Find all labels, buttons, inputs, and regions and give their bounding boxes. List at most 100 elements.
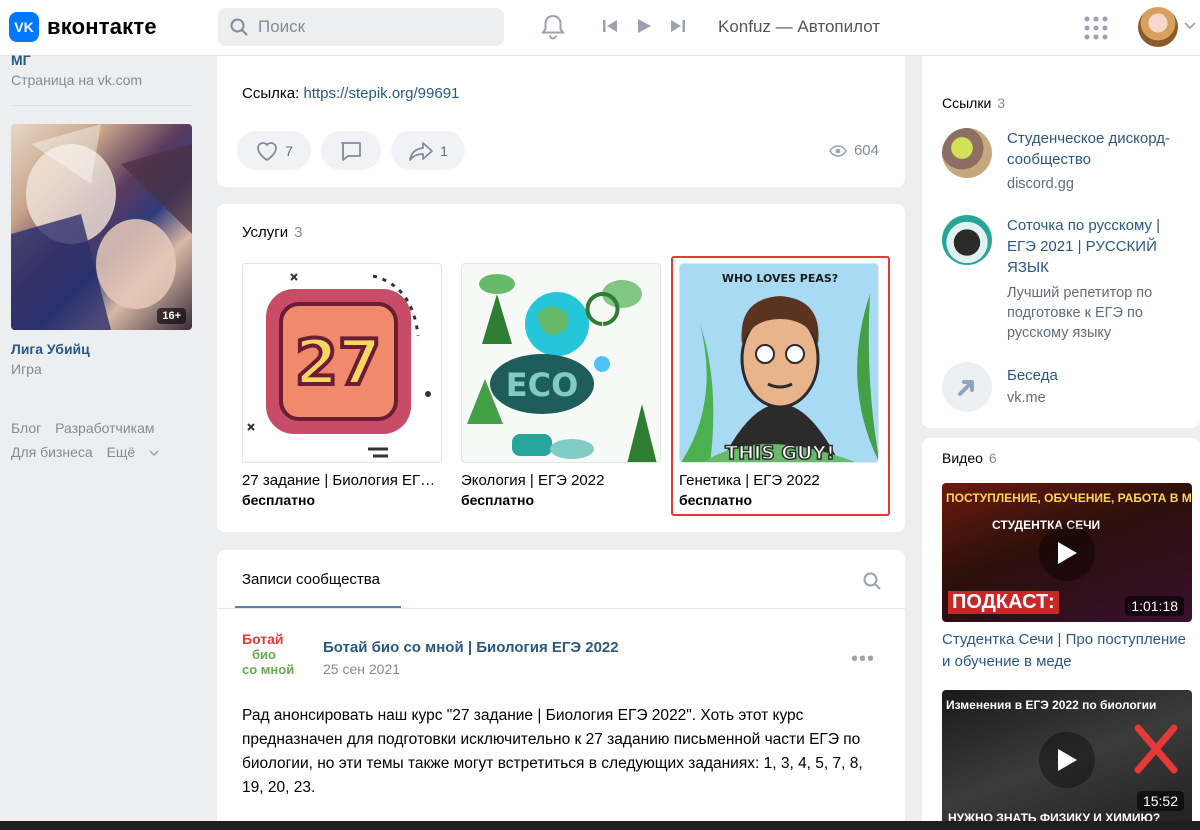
eco-earth-icon: ECO <box>467 274 657 462</box>
apps-grid-icon[interactable] <box>1084 16 1108 40</box>
service-image: 27 <box>242 263 442 463</box>
stepik-link[interactable]: https://stepik.org/99691 <box>303 85 459 102</box>
share-button[interactable]: 1 <box>391 131 465 170</box>
chat-link-icon <box>942 362 992 412</box>
red-cross-icon <box>1134 724 1178 774</box>
wall-block: Записи сообщества Ботай био со мной Бота… <box>217 550 905 830</box>
game-subtitle: Игра <box>11 361 42 377</box>
services-block: Услуги 3 27 27 задание | Биология ЕГЭ 202… <box>217 204 905 532</box>
play-icon <box>1039 524 1095 581</box>
service-item-selected[interactable]: WHO LOVES PEAS? THIS GUY! Генетика | ЕГЭ… <box>679 263 879 508</box>
svg-text:THIS GUY!: THIS GUY! <box>725 442 835 463</box>
page-name-cut[interactable]: МГ <box>11 52 31 68</box>
avatar-line: со мной <box>242 662 295 677</box>
link-avatar <box>942 128 992 178</box>
divider <box>217 608 905 609</box>
links-header[interactable]: Ссылки 3 <box>942 95 1005 111</box>
video-title[interactable]: Студентка Сечи | Про поступление и обуче… <box>942 629 1192 673</box>
play-icon[interactable] <box>635 17 653 35</box>
views-counter: 604 <box>829 142 879 159</box>
game-title[interactable]: Лига Убийц <box>11 341 90 357</box>
audio-player <box>601 17 687 35</box>
now-playing-title[interactable]: Konfuz — Автопилот <box>718 17 880 37</box>
share-icon <box>409 141 433 161</box>
tab-community-posts[interactable]: Записи сообщества <box>242 571 380 588</box>
post-author[interactable]: Ботай био со мной | Биология ЕГЭ 2022 <box>323 639 619 656</box>
link-title: Соточка по русскому | ЕГЭ 2021 | РУССКИЙ… <box>1007 217 1161 276</box>
os-taskbar <box>0 821 1200 830</box>
service-item[interactable]: 27 27 задание | Биология ЕГЭ 2022 беспла… <box>242 263 442 508</box>
play-icon <box>1039 731 1095 788</box>
avatar-line: Ботай <box>242 631 284 647</box>
services-header[interactable]: Услуги 3 <box>242 224 302 241</box>
vk-logo-text: вконтакте <box>47 14 157 39</box>
link-avatar <box>942 215 992 265</box>
footer-link-business[interactable]: Для бизнеса <box>11 444 93 460</box>
service-price: бесплатно <box>461 492 535 508</box>
heart-icon <box>257 141 277 161</box>
page-type: Страница на vk.com <box>11 72 143 88</box>
next-track-icon[interactable] <box>669 17 687 35</box>
views-count: 604 <box>853 142 879 159</box>
vk-logo[interactable]: VK вконтакте <box>9 12 157 42</box>
video-duration: 1:01:18 <box>1125 596 1184 616</box>
age-rating-badge: 16+ <box>157 308 186 324</box>
number-27-icon: 27 <box>247 273 431 458</box>
services-count: 3 <box>294 224 303 241</box>
link-domain: discord.gg <box>1007 176 1074 192</box>
services-title: Услуги <box>242 224 289 241</box>
video-thumbnail[interactable]: Изменения в ЕГЭ 2022 по биологии НУЖНО З… <box>942 690 1192 829</box>
service-name: 27 задание | Биология ЕГЭ 2022 <box>242 472 442 489</box>
chevron-down-icon <box>149 450 159 457</box>
videos-block: Видео 6 ПОСТУПЛЕНИЕ, ОБУЧЕНИЕ, РАБОТА В М… <box>922 438 1200 830</box>
search-placeholder: Поиск <box>258 17 306 36</box>
post-link-line: Ссылка: https://stepik.org/99691 <box>242 85 459 102</box>
footer-link-developers[interactable]: Разработчикам <box>55 420 154 436</box>
footer-links: Блог Разработчикам Для бизнеса Ещё <box>11 416 201 464</box>
link-domain: vk.me <box>1007 390 1046 406</box>
vk-logo-icon: VK <box>9 12 39 42</box>
service-price: бесплатно <box>679 492 753 508</box>
community-avatar[interactable]: Ботай био со мной <box>242 632 302 687</box>
link-title: Беседа <box>1007 367 1058 384</box>
svg-text:WHO LOVES PEAS?: WHO LOVES PEAS? <box>722 272 838 285</box>
svg-text:ECO: ECO <box>506 366 579 404</box>
more-options-icon[interactable]: ••• <box>851 648 875 671</box>
like-button[interactable]: 7 <box>237 131 311 170</box>
avatar-line: био <box>252 647 276 662</box>
svg-text:27: 27 <box>295 326 381 399</box>
link-item[interactable]: Соточка по русскому | ЕГЭ 2021 | РУССКИЙ… <box>942 215 1192 345</box>
link-item[interactable]: Беседа vk.me <box>942 362 1192 412</box>
footer-link-more[interactable]: Ещё <box>107 444 160 460</box>
divider <box>11 105 192 106</box>
game-cover-image[interactable]: 16+ <box>11 124 192 330</box>
videos-header[interactable]: Видео 6 <box>942 450 997 466</box>
top-header: VK вконтакте Поиск Konfuz — Автопилот <box>0 0 1200 56</box>
footer-link-more-label: Ещё <box>106 444 136 460</box>
prev-track-icon[interactable] <box>601 17 619 35</box>
link-item[interactable]: Студенческое дискорд-сообщество discord.… <box>942 128 1192 192</box>
comment-icon <box>341 141 361 161</box>
videos-count: 6 <box>988 450 997 466</box>
bell-icon[interactable] <box>540 13 566 41</box>
post-date[interactable]: 25 сен 2021 <box>323 661 400 677</box>
service-price: бесплатно <box>242 492 316 508</box>
service-item[interactable]: ECO Экология | ЕГЭ 2022 бесплатно <box>461 263 661 508</box>
video-thumbnail[interactable]: ПОСТУПЛЕНИЕ, ОБУЧЕНИЕ, РАБОТА В МЕДЕ СТУ… <box>942 483 1192 622</box>
video-thumb-caption: ПОДКАСТ: <box>948 591 1059 614</box>
search-icon[interactable] <box>863 572 881 590</box>
post-card: Ссылка: https://stepik.org/99691 7 1 604 <box>217 56 905 187</box>
like-count: 7 <box>285 142 293 159</box>
link-label: Ссылка: <box>242 85 300 102</box>
comment-button[interactable] <box>321 131 381 170</box>
links-count: 3 <box>997 95 1006 111</box>
videos-title: Видео <box>942 450 983 466</box>
footer-link-blog[interactable]: Блог <box>11 420 41 436</box>
user-avatar[interactable] <box>1138 7 1178 47</box>
game-art-icon <box>11 124 192 330</box>
video-duration: 15:52 <box>1136 791 1184 811</box>
search-input[interactable]: Поиск <box>218 8 504 46</box>
service-image: WHO LOVES PEAS? THIS GUY! <box>679 263 879 463</box>
chevron-down-icon[interactable] <box>1184 22 1196 30</box>
links-block: Ссылки 3 Студенческое дискорд-сообщество … <box>922 56 1200 428</box>
